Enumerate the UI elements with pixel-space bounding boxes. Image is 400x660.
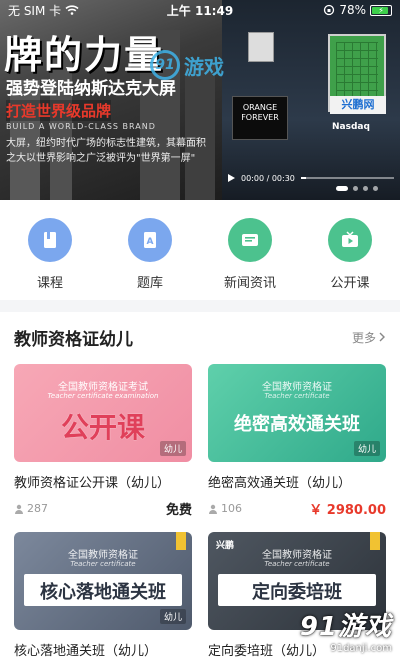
- billboard-orange: ORANGE FOREVER: [232, 96, 288, 140]
- wifi-icon: [65, 5, 79, 15]
- section-title: 教师资格证幼儿: [14, 329, 133, 350]
- thumb-title: 核心落地通关班: [40, 582, 166, 603]
- category-label: 课程: [36, 276, 63, 291]
- category-label: 题库: [136, 276, 163, 291]
- video-controls[interactable]: 00:00 / 00:30: [222, 168, 400, 188]
- status-time: 上午 11:49: [166, 3, 234, 18]
- course-card[interactable]: 全国教师资格证考试 Teacher certificate examinatio…: [14, 364, 192, 518]
- level-tag: 幼儿: [159, 441, 186, 456]
- thumb-title: 公开课: [60, 411, 145, 444]
- course-card[interactable]: 全国教师资格证 Teacher certificate 绝密高效通关班 幼儿 绝…: [208, 364, 386, 518]
- more-link[interactable]: 更多: [352, 329, 386, 346]
- section-header: 教师资格证幼儿 更多: [0, 312, 400, 362]
- enrolled-number: 287: [27, 502, 48, 515]
- thumb-subtitle: 全国教师资格证: [262, 382, 332, 393]
- pagination-dot-active[interactable]: [336, 186, 348, 191]
- news-icon[interactable]: [228, 218, 272, 262]
- thumb-subtitle-en: Teacher certificate: [264, 392, 330, 400]
- more-label: 更多: [351, 330, 376, 345]
- watermark-text: 游戏: [184, 54, 224, 79]
- category-label: 新闻资讯: [223, 276, 276, 291]
- course-price: 免费: [165, 503, 192, 518]
- course-name[interactable]: 教师资格证公开课（幼儿）: [14, 472, 192, 491]
- watermark-logo-icon: 91: [150, 50, 180, 80]
- thumb-title: 绝密高效通关班: [234, 414, 360, 435]
- course-thumbnail[interactable]: 全国教师资格证 Teacher certificate 绝密高效通关班 幼儿: [208, 364, 386, 462]
- course-name[interactable]: 核心落地通关班（幼儿）: [14, 640, 192, 659]
- billboard-brand-label: 兴鹏网: [330, 96, 386, 114]
- enrolled-count: 287: [14, 502, 166, 515]
- banner-pagination: [336, 186, 378, 191]
- tv-icon[interactable]: [328, 218, 372, 262]
- thumb-subtitle: 全国教师资格证: [262, 550, 332, 561]
- status-bar: 无 SIM 卡 上午 11:49 78% ⚡: [0, 0, 400, 20]
- question-bank-icon[interactable]: A: [128, 218, 172, 262]
- banner-watermark: 91 游戏: [150, 50, 224, 80]
- promo-banner[interactable]: 牌的力量 强势登陆纳斯达克大屏 打造世界级品牌 BUILD A WORLD-CL…: [0, 0, 400, 200]
- carrier-label: 无 SIM 卡: [8, 3, 62, 18]
- level-tag: 幼儿: [159, 609, 186, 624]
- thumb-subtitle-en: Teacher certificate: [70, 560, 136, 568]
- thumb-subtitle: 全国教师资格证考试: [58, 382, 148, 393]
- banner-description: 大屏，纽约时代广场的标志性建筑，其幕面积之大以世界影响之广泛被评为"世界第一屏": [6, 138, 206, 164]
- chevron-right-icon: [379, 332, 385, 342]
- battery-percent: 78%: [339, 3, 366, 17]
- book-icon[interactable]: [28, 218, 72, 262]
- enrolled-number: 106: [221, 502, 242, 515]
- battery-icon: ⚡: [370, 4, 392, 16]
- play-icon[interactable]: [228, 174, 235, 182]
- pagination-dot[interactable]: [363, 186, 368, 191]
- category-label: 公开课: [330, 276, 370, 291]
- person-icon: [209, 504, 217, 514]
- thumb-subtitle: 全国教师资格证: [68, 550, 138, 561]
- site-watermark-url: 91danji.com: [330, 643, 392, 654]
- course-meta: 287 免费: [14, 499, 192, 518]
- course-name[interactable]: 绝密高效通关班（幼儿）: [208, 472, 386, 491]
- banner-english-tagline: BUILD A WORLD-CLASS BRAND: [6, 122, 156, 131]
- banner-big-title: 牌的力量: [4, 32, 165, 77]
- category-nav: 课程 A 题库 新闻资讯 公开课: [0, 200, 400, 300]
- course-thumbnail[interactable]: 全国教师资格证考试 Teacher certificate examinatio…: [14, 364, 192, 462]
- video-progress-bar[interactable]: [300, 177, 394, 179]
- banner-subheadline: 打造世界级品牌: [6, 100, 112, 121]
- site-watermark: 91游戏 91danji.com: [300, 606, 392, 654]
- category-news[interactable]: 新闻资讯: [200, 200, 300, 300]
- person-icon: [15, 504, 23, 514]
- enrolled-count: 106: [208, 502, 309, 515]
- thumb-subtitle-en: Teacher certificate examination: [47, 392, 159, 400]
- pagination-dot[interactable]: [353, 186, 358, 191]
- video-time: 00:00 / 00:30: [241, 173, 295, 183]
- nasdaq-label: Nasdaq: [332, 122, 370, 132]
- category-courses[interactable]: 课程: [0, 200, 100, 300]
- billboard-small: [248, 32, 274, 62]
- course-card[interactable]: 全国教师资格证 Teacher certificate 核心落地通关班 幼儿 核…: [14, 532, 192, 659]
- category-question-bank[interactable]: A 题库: [100, 200, 200, 300]
- orientation-lock-icon: [324, 4, 335, 16]
- svg-text:A: A: [147, 237, 154, 247]
- site-watermark-title: 91游戏: [299, 612, 392, 642]
- pagination-dot[interactable]: [373, 186, 378, 191]
- level-tag: 幼儿: [353, 441, 380, 456]
- course-thumbnail[interactable]: 全国教师资格证 Teacher certificate 核心落地通关班 幼儿: [14, 532, 192, 630]
- thumb-title: 定向委培班: [252, 582, 342, 603]
- course-meta: 106 ￥ 2980.00: [208, 499, 386, 518]
- course-price: ￥ 2980.00: [309, 503, 386, 518]
- thumb-subtitle-en: Teacher certificate: [264, 560, 330, 568]
- app-screen: 牌的力量 强势登陆纳斯达克大屏 打造世界级品牌 BUILD A WORLD-CL…: [0, 0, 400, 660]
- category-open-class[interactable]: 公开课: [300, 200, 400, 300]
